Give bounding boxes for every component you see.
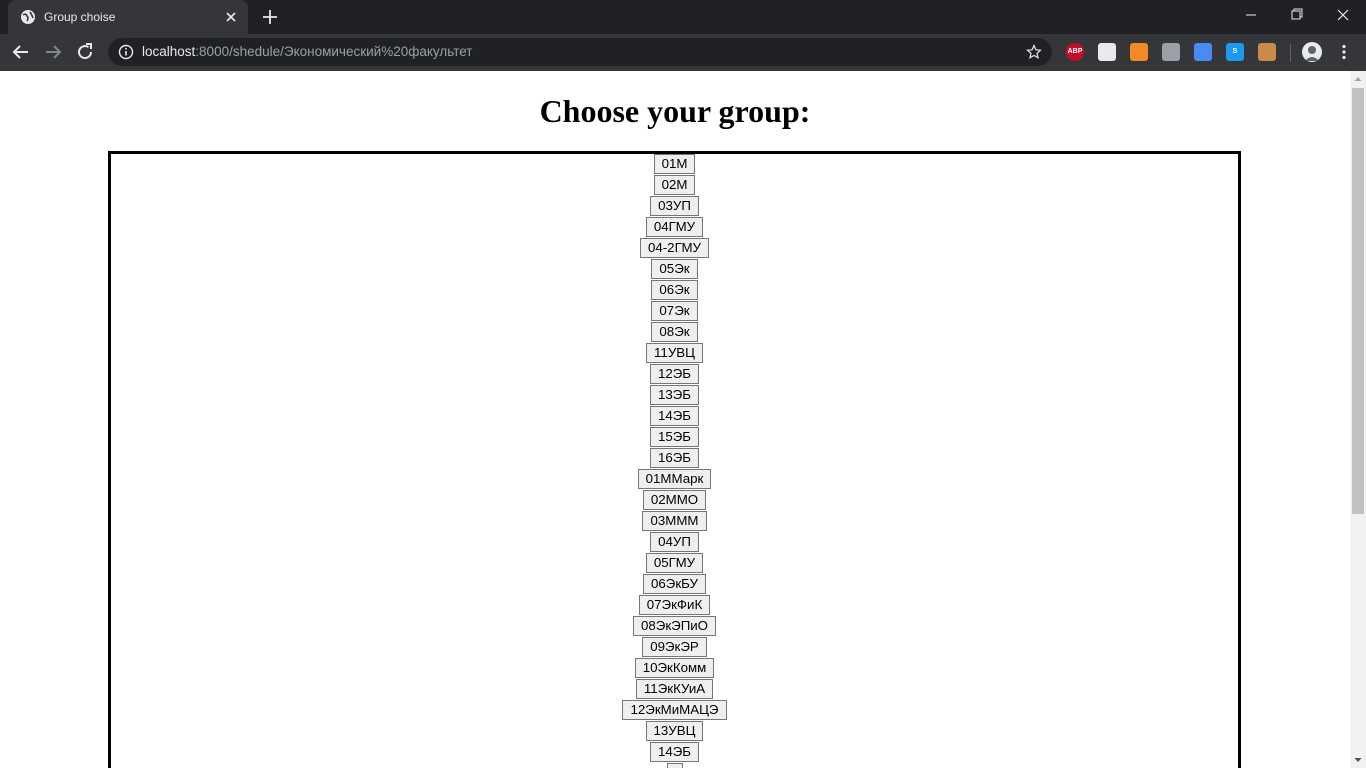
- group-button[interactable]: 02ММО: [642, 490, 707, 510]
- group-button[interactable]: 14ЭБ: [649, 742, 700, 762]
- avatar-icon: [1305, 46, 1319, 61]
- group-button[interactable]: 11ЭкКУиА: [635, 679, 714, 699]
- skype-extension-icon[interactable]: S: [1226, 43, 1244, 61]
- google-translate-icon[interactable]: [1194, 43, 1212, 61]
- group-button[interactable]: 13ЭБ: [649, 385, 700, 405]
- group-button[interactable]: 04ГМУ: [645, 217, 704, 237]
- page-scrollbar[interactable]: [1350, 71, 1366, 768]
- group-button[interactable]: 08ЭкЭПиО: [632, 616, 717, 636]
- adblock-plus-icon[interactable]: ABP: [1066, 43, 1084, 61]
- bookmark-star-icon[interactable]: [1026, 44, 1042, 60]
- group-button[interactable]: 06Эк: [651, 280, 698, 300]
- window-close-icon[interactable]: [1320, 0, 1366, 30]
- browser-tab[interactable]: Group choise: [8, 0, 248, 34]
- group-button[interactable]: 02М: [653, 175, 696, 195]
- group-list: 01М 02М 03УП 04ГМУ 04-2ГМУ 05Эк 06Эк 07Эк 08Эк 11…: [111, 154, 1238, 768]
- group-button[interactable]: 01М: [653, 154, 696, 174]
- group-button[interactable]: 13УВЦ: [645, 721, 704, 741]
- group-button[interactable]: 04УП: [650, 532, 699, 552]
- tab-title: Group choise: [44, 10, 116, 24]
- group-button[interactable]: 15ЭБ: [649, 427, 700, 447]
- group-button[interactable]: 06ЭкБУ: [642, 574, 707, 594]
- url-text: localhost:8000/shedule/Экономический%20ф…: [142, 44, 472, 60]
- group-button[interactable]: 07ЭкФиК: [638, 595, 711, 615]
- group-button[interactable]: 14ЭБ: [649, 406, 700, 426]
- group-button[interactable]: 03УП: [650, 196, 699, 216]
- address-bar[interactable]: localhost:8000/shedule/Экономический%20ф…: [108, 38, 1052, 66]
- more-menu-icon[interactable]: [1335, 43, 1353, 61]
- calendar-extension-icon[interactable]: [1098, 43, 1116, 61]
- group-button[interactable]: [666, 763, 683, 768]
- browser-toolbar: localhost:8000/shedule/Экономический%20ф…: [0, 34, 1366, 71]
- page-viewport: Choose your group: 01М 02М 03УП 04ГМУ 04-2ГМ…: [0, 71, 1350, 768]
- scroll-up-arrow-icon[interactable]: [1350, 71, 1366, 87]
- scrollbar-thumb[interactable]: [1352, 88, 1364, 514]
- minimize-icon[interactable]: [1228, 0, 1274, 30]
- group-button[interactable]: 16ЭБ: [649, 448, 700, 468]
- basketball-extension-icon[interactable]: [1130, 43, 1148, 61]
- new-tab-icon[interactable]: [258, 6, 282, 28]
- close-tab-icon[interactable]: [222, 8, 240, 26]
- group-button[interactable]: 05Эк: [651, 259, 698, 279]
- toolbar-separator: [1290, 44, 1291, 62]
- url-path: :8000/shedule/Экономический%20факультет: [195, 44, 473, 59]
- group-button[interactable]: 12ЭБ: [649, 364, 700, 384]
- page-title: Choose your group:: [539, 93, 811, 129]
- group-button[interactable]: 11УВЦ: [646, 343, 703, 363]
- back-arrow-icon[interactable]: [9, 40, 33, 64]
- group-button[interactable]: 01ММарк: [637, 469, 712, 489]
- url-host: localhost: [142, 44, 196, 59]
- group-button[interactable]: 07Эк: [651, 301, 698, 321]
- globe-icon: [21, 10, 35, 24]
- ninja-extension-icon[interactable]: [1162, 43, 1180, 61]
- group-button[interactable]: 09ЭкЭР: [642, 637, 707, 657]
- group-button[interactable]: 08Эк: [651, 322, 698, 342]
- profile-avatar[interactable]: [1302, 42, 1322, 62]
- browser-titlebar: Group choise: [0, 0, 1366, 34]
- group-button[interactable]: 05ГМУ: [645, 553, 704, 573]
- scroll-down-arrow-icon[interactable]: [1350, 752, 1366, 768]
- forward-arrow-icon[interactable]: [41, 40, 65, 64]
- group-list-container: 01М 02М 03УП 04ГМУ 04-2ГМУ 05Эк 06Эк 07Эк 08Эк 11…: [108, 151, 1241, 768]
- group-button[interactable]: 04-2ГМУ: [639, 238, 710, 258]
- info-icon[interactable]: [118, 44, 134, 60]
- cookie-extension-icon[interactable]: [1258, 43, 1276, 61]
- group-button[interactable]: 10ЭкКомм: [634, 658, 715, 678]
- group-button[interactable]: 03МММ: [642, 511, 707, 531]
- group-button[interactable]: 12ЭкМиМАЦЭ: [622, 700, 727, 720]
- restore-icon[interactable]: [1274, 0, 1320, 30]
- reload-icon[interactable]: [73, 40, 97, 64]
